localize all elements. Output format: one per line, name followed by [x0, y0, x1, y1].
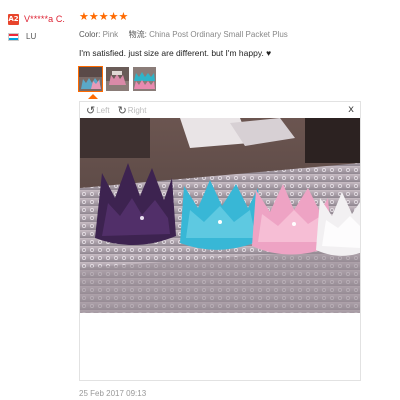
- review-date: 25 Feb 2017 09:13: [79, 389, 147, 398]
- star-icon: ★: [108, 10, 119, 23]
- avatar: A2: [8, 13, 19, 25]
- shipping-value: China Post Ordinary Small Packet Plus: [149, 30, 288, 39]
- star-icon: ★: [88, 10, 99, 23]
- rotate-right-label: Right: [127, 105, 147, 115]
- reviewer-row: A2 V*****a C.: [8, 12, 74, 26]
- star-icon: ★: [79, 10, 89, 23]
- star-icon: ★: [118, 10, 129, 23]
- close-button[interactable]: x: [348, 104, 354, 115]
- viewer-controls: ↺ Left ↻ Right: [86, 104, 154, 116]
- thumbnail-1[interactable]: [78, 66, 103, 92]
- thumbnail-strip: [78, 66, 379, 92]
- rotate-left-button[interactable]: ↺ Left: [86, 105, 110, 116]
- thumbnail-2[interactable]: [106, 67, 129, 91]
- color-label: Color:: [79, 30, 101, 39]
- luxembourg-flag-icon: [8, 32, 19, 41]
- image-viewer: ↺ Left ↻ Right x: [79, 101, 361, 381]
- country-row: LU: [8, 32, 74, 41]
- reviewer-info: A2 V*****a C. LU: [8, 12, 74, 41]
- country-code: LU: [26, 32, 37, 41]
- star-icon: ★: [98, 10, 109, 23]
- rotate-right-icon: ↻: [117, 103, 127, 117]
- review-body: ★ ★ ★ ★ ★ Color: Pink 物流: China Post Ord…: [78, 11, 379, 92]
- thumbnail-3[interactable]: [133, 67, 156, 91]
- rotate-left-icon: ↺: [86, 103, 96, 117]
- color-value: Pink: [102, 30, 119, 39]
- rotate-right-button[interactable]: ↻ Right: [118, 105, 147, 116]
- order-info: Color: Pink 物流: China Post Ordinary Smal…: [79, 29, 379, 40]
- shipping-label: 物流:: [128, 30, 147, 39]
- active-thumbnail-pointer: [88, 94, 98, 99]
- review-text: I'm satisfied. just size are different. …: [79, 48, 272, 58]
- reviewer-name: V*****a C.: [24, 14, 66, 24]
- crowns-photo: [80, 118, 360, 313]
- rotate-left-label: Left: [96, 105, 110, 115]
- review-photo: [80, 118, 360, 313]
- star-rating: ★ ★ ★ ★ ★: [79, 11, 379, 22]
